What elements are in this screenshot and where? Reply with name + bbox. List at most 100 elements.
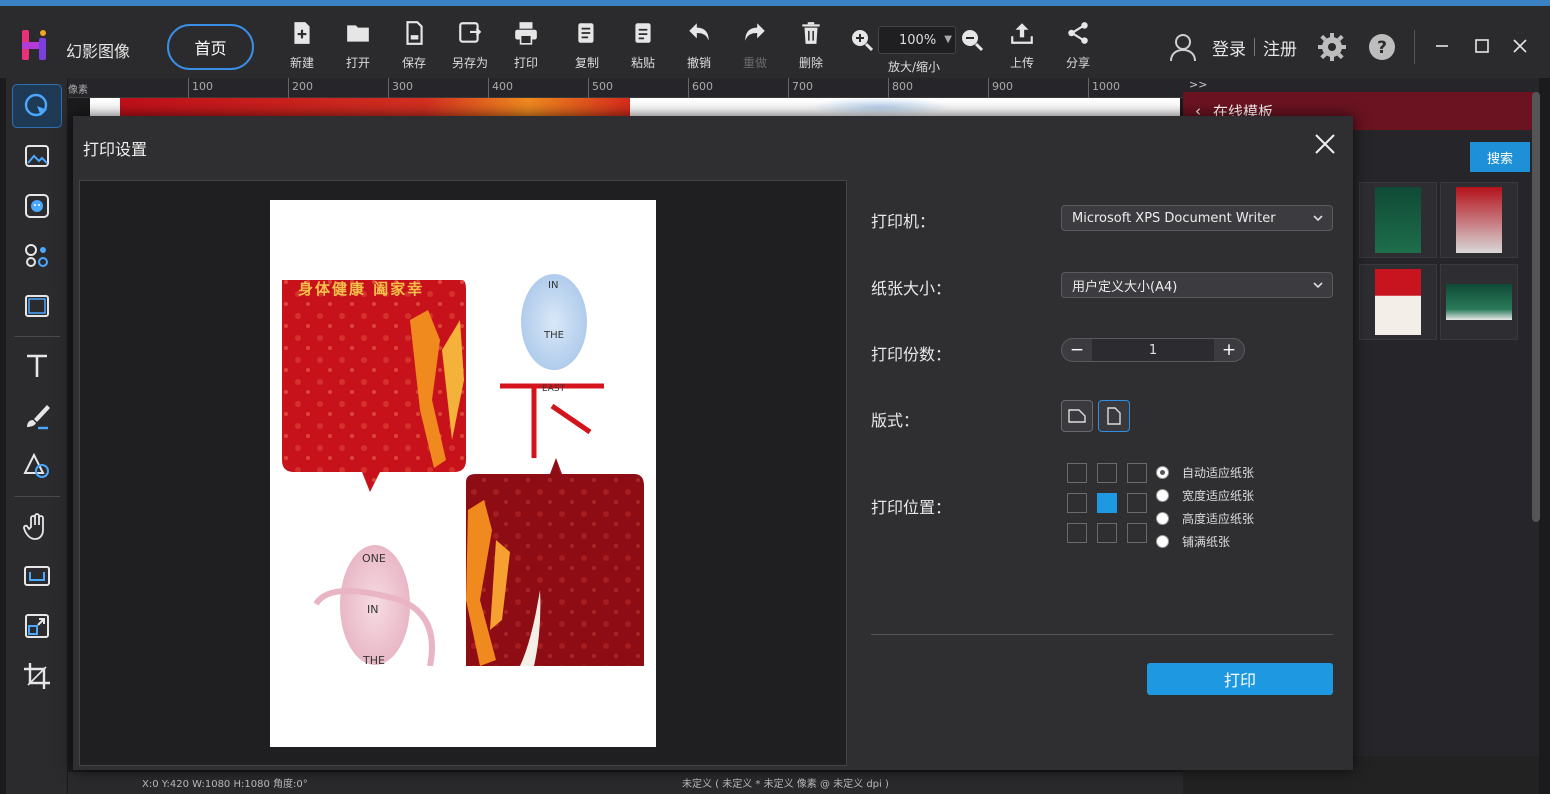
undo-button[interactable]: 撤销: [676, 20, 722, 71]
canvas-area[interactable]: [90, 98, 1180, 116]
svg-text:?: ?: [1377, 38, 1387, 58]
save-as-button[interactable]: 另存为: [447, 20, 493, 71]
folder-icon: [347, 25, 369, 42]
printer-label: 打印机：: [871, 212, 936, 231]
template-thumbnail-image: [1446, 284, 1512, 320]
save-icon: [406, 21, 423, 45]
increment-button[interactable]: +: [1214, 339, 1244, 361]
radio-button[interactable]: [1156, 512, 1169, 525]
fit-option-fill[interactable]: 铺满纸张: [1156, 530, 1254, 553]
copies-input[interactable]: 1: [1092, 339, 1214, 361]
fit-screen-icon: [24, 566, 50, 586]
share-button[interactable]: 分享: [1055, 20, 1101, 71]
radio-button[interactable]: [1156, 535, 1169, 548]
close-icon[interactable]: [1313, 132, 1337, 156]
save-button[interactable]: 保存: [391, 20, 437, 71]
position-cell-selected[interactable]: [1097, 493, 1117, 513]
cursor-select-icon: [24, 93, 48, 117]
printer-select[interactable]: Microsoft XPS Document Writer: [1061, 205, 1333, 231]
position-cell[interactable]: [1127, 523, 1147, 543]
shape-tool[interactable]: [12, 444, 62, 488]
zoom-select[interactable]: 100% ▼: [878, 26, 956, 54]
rail-divider: [14, 496, 60, 497]
frame-tool[interactable]: [12, 284, 62, 328]
preview-planet-text: IN: [367, 603, 379, 616]
save-as-icon: [459, 22, 482, 43]
print-settings-dialog: 打印设置 身体健康 阖家幸 IN THE EAST ONE IN THE 打印机…: [73, 116, 1353, 770]
position-cell[interactable]: [1097, 523, 1117, 543]
text-icon: [27, 354, 47, 377]
brush-tool[interactable]: [12, 394, 62, 438]
hand-tool[interactable]: [12, 504, 62, 548]
print-toolbar-button[interactable]: 打印: [503, 20, 549, 71]
position-cell[interactable]: [1097, 463, 1117, 483]
print-button[interactable]: 打印: [1147, 663, 1333, 695]
home-button[interactable]: 首页: [167, 24, 254, 70]
portrait-button[interactable]: [1098, 400, 1130, 432]
maximize-icon[interactable]: [1472, 36, 1492, 56]
new-button[interactable]: 新建: [279, 20, 325, 71]
template-thumbnail-image: [1456, 187, 1502, 253]
open-button[interactable]: 打开: [335, 20, 381, 71]
fit-option-width[interactable]: 宽度适应纸张: [1156, 484, 1254, 507]
print-position-grid: [1067, 463, 1151, 547]
print-settings-form: 打印机： Microsoft XPS Document Writer 纸张大小：…: [871, 180, 1333, 766]
undo-icon: [689, 23, 709, 41]
position-cell[interactable]: [1127, 493, 1147, 513]
chevron-down-icon: ▼: [944, 34, 952, 45]
close-window-icon[interactable]: [1510, 36, 1530, 56]
template-search-button[interactable]: 搜索: [1470, 142, 1530, 172]
decrement-button[interactable]: −: [1062, 339, 1092, 361]
login-link[interactable]: 登录: [1212, 35, 1246, 60]
ruler-unit: 像素: [68, 85, 88, 96]
status-document-info: 未定义 ( 未定义 * 未定义 像素 @ 未定义 dpi ): [682, 779, 889, 790]
radio-button[interactable]: [1156, 489, 1169, 502]
ruler-tick: 100: [188, 78, 213, 98]
panel-scrollbar[interactable]: [1532, 92, 1540, 522]
print-preview-page: 身体健康 阖家幸 IN THE EAST ONE IN THE: [270, 200, 656, 747]
template-thumbnail[interactable]: [1440, 182, 1518, 258]
elements-tool[interactable]: [12, 234, 62, 278]
text-tool[interactable]: [12, 344, 62, 388]
template-thumbnail[interactable]: [1440, 264, 1518, 340]
ruler-tick: 200: [288, 78, 313, 98]
select-tool[interactable]: [12, 84, 62, 128]
sticker-tool[interactable]: [12, 184, 62, 228]
minimize-icon[interactable]: [1432, 36, 1452, 56]
copy-button[interactable]: 复制: [564, 20, 610, 71]
fit-screen-tool[interactable]: [12, 554, 62, 598]
user-divider: [1254, 38, 1255, 56]
landscape-button[interactable]: [1061, 400, 1093, 432]
status-coordinates: X:0 Y:420 W:1080 H:1080 角度:0°: [142, 779, 308, 790]
position-cell[interactable]: [1067, 523, 1087, 543]
fit-option-height[interactable]: 高度适应纸张: [1156, 507, 1254, 530]
portrait-page-icon: [1107, 407, 1121, 425]
gear-icon[interactable]: [1318, 33, 1346, 61]
zoom-out-icon[interactable]: [960, 28, 984, 52]
paste-icon: [635, 23, 651, 43]
fit-option-auto[interactable]: 自动适应纸张: [1156, 461, 1254, 484]
help-icon[interactable]: ?: [1368, 33, 1396, 61]
position-cell[interactable]: [1067, 463, 1087, 483]
canvas-red-image: [120, 98, 630, 116]
delete-button[interactable]: 删除: [788, 20, 834, 71]
paste-button[interactable]: 粘贴: [620, 20, 666, 71]
zoom-in-icon[interactable]: [850, 28, 874, 52]
radio-button[interactable]: [1156, 466, 1169, 479]
crop-tool[interactable]: [12, 654, 62, 698]
position-cell[interactable]: [1067, 493, 1087, 513]
resize-tool[interactable]: [12, 604, 62, 648]
register-link[interactable]: 注册: [1263, 35, 1297, 60]
user-icon[interactable]: [1168, 32, 1198, 62]
paper-size-select[interactable]: 用户定义大小(A4): [1061, 272, 1333, 298]
image-icon: [25, 145, 49, 167]
panel-collapse-toggle[interactable]: >>: [1183, 78, 1539, 92]
redo-button[interactable]: 重做: [732, 20, 778, 71]
template-thumbnail[interactable]: [1359, 182, 1437, 258]
trash-icon: [802, 22, 820, 44]
upload-button[interactable]: 上传: [999, 20, 1045, 71]
position-cell[interactable]: [1127, 463, 1147, 483]
template-thumbnail[interactable]: [1359, 264, 1437, 340]
layout-label: 版式：: [871, 411, 920, 430]
image-tool[interactable]: [12, 134, 62, 178]
